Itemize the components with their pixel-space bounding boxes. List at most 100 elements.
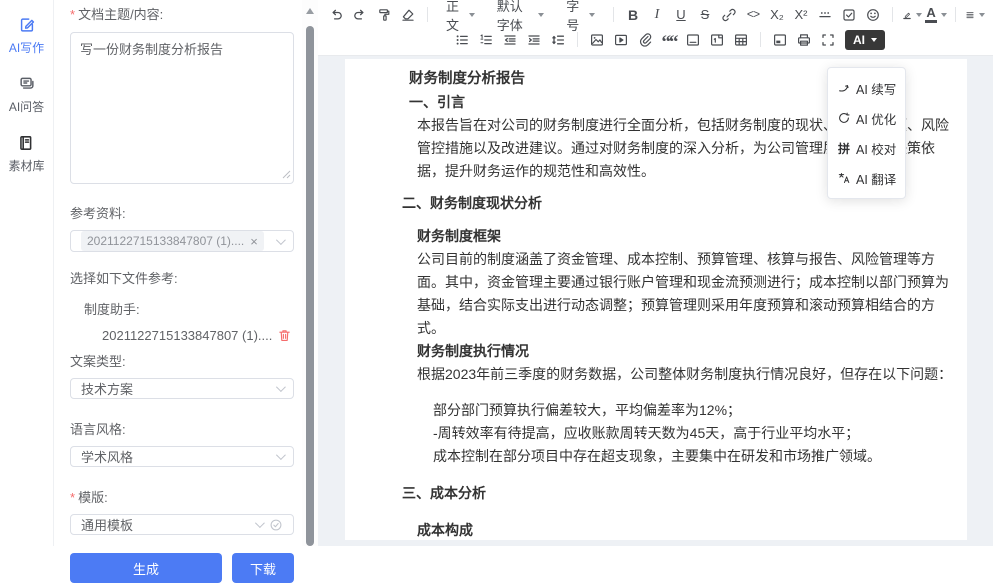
ai-write-form-panel: *文档主题/内容: 写一份财务制度分析报告 参考资料: 202112271513… [54, 0, 302, 546]
ai-translate-icon [837, 171, 851, 185]
sidebar-item-label: 素材库 [8, 157, 44, 174]
menu-item-ai-proofread[interactable]: 拼 AI 校对 [828, 133, 905, 163]
reference-select[interactable]: 2021122715133847807 (1).... × [70, 230, 294, 252]
toolbar-row-2: ““ AI [324, 27, 987, 52]
sidebar-item-label: AI问答 [9, 98, 44, 115]
indent-button[interactable] [522, 29, 546, 51]
caret-down-icon [469, 13, 475, 17]
caret-down-icon [871, 38, 877, 42]
style-select[interactable]: 学术风格 [70, 446, 294, 467]
bold-button[interactable]: B [621, 4, 645, 26]
outdent-button[interactable] [498, 29, 522, 51]
insert-table-button[interactable] [729, 29, 753, 51]
sidebar-item-label: AI写作 [9, 39, 44, 56]
scrollbar-thumb[interactable] [306, 26, 314, 546]
emoji-button[interactable] [861, 4, 885, 26]
template-select[interactable]: 通用模板 [70, 514, 294, 535]
required-mark: * [70, 7, 75, 22]
delete-file-icon[interactable] [277, 328, 292, 343]
ai-proofread-icon: 拼 [837, 140, 851, 157]
blockquote-button[interactable]: ““ [657, 29, 681, 51]
check-circle-icon [269, 518, 283, 532]
link-button[interactable] [717, 4, 741, 26]
menu-item-ai-continue[interactable]: AI 续写 [828, 73, 905, 103]
eraser-button[interactable] [396, 4, 420, 26]
ai-qa-icon [18, 75, 36, 96]
toolbar-row-1: 正文 默认字体 字号 B I U S <> X₂ X² [324, 2, 987, 27]
chevron-down-icon [276, 235, 286, 245]
bullet-list-button[interactable] [450, 29, 474, 51]
print-button[interactable] [792, 29, 816, 51]
caret-down-icon [916, 13, 922, 17]
scroll-up-icon[interactable] [306, 8, 314, 14]
ai-dropdown-menu: AI 续写 AI 优化 拼 AI 校对 AI 翻译 [827, 67, 906, 199]
ai-optimize-icon [837, 111, 851, 125]
code-block-button[interactable] [681, 29, 705, 51]
line-height-button[interactable] [546, 29, 570, 51]
doc-heading: 三、成本分析 [402, 482, 957, 505]
paragraph-style-select[interactable]: 正文 [435, 4, 486, 26]
download-button[interactable]: 下载 [232, 553, 294, 583]
doc-subheading: 财务制度执行情况 [402, 340, 957, 363]
fullscreen-button[interactable] [816, 29, 840, 51]
reference-label: 参考资料: [70, 203, 294, 222]
doc-list-item: 成本控制在部分项目中存在超支现象，主要集中在研发和市场推广领域。 [402, 445, 957, 468]
sidebar-item-ai-write[interactable]: AI写作 [9, 16, 44, 56]
menu-item-ai-optimize[interactable]: AI 优化 [828, 103, 905, 133]
toolbar-divider [613, 7, 614, 22]
topic-input[interactable]: 写一份财务制度分析报告 [70, 32, 294, 184]
doc-list-item: 部分部门预算执行偏差较大，平均偏差率为12%； [402, 399, 957, 422]
required-mark: * [70, 490, 75, 505]
italic-button[interactable]: I [645, 4, 669, 26]
align-button[interactable] [963, 4, 987, 26]
format-painter-button[interactable] [372, 4, 396, 26]
toolbar-divider [955, 7, 956, 22]
font-color-button[interactable]: A [924, 4, 948, 26]
menu-item-label: AI 翻译 [856, 169, 896, 188]
horizontal-rule-button[interactable] [813, 4, 837, 26]
panel-scrollbar[interactable] [302, 0, 318, 546]
menu-item-label: AI 优化 [856, 109, 896, 128]
copy-type-select[interactable]: 技术方案 [70, 378, 294, 399]
undo-button[interactable] [324, 4, 348, 26]
doc-paragraph: 根据2023年前三季度的财务数据，公司整体财务制度执行情况良好，但存在以下问题： [402, 363, 957, 386]
sidebar-item-material-library[interactable]: 素材库 [8, 134, 44, 174]
underline-button[interactable]: U [669, 4, 693, 26]
insert-image-button[interactable] [585, 29, 609, 51]
redo-button[interactable] [348, 4, 372, 26]
sidebar-item-ai-qa[interactable]: AI问答 [9, 75, 44, 115]
toolbar-divider [427, 7, 428, 22]
ordered-list-button[interactable] [474, 29, 498, 51]
textarea-resize-handle[interactable] [282, 167, 291, 182]
doc-subheading: 成本构成 [402, 519, 957, 540]
chevron-down-icon [276, 382, 286, 392]
todo-checkbox-button[interactable] [837, 4, 861, 26]
menu-item-label: AI 续写 [856, 79, 896, 98]
inline-code-button[interactable]: <> [741, 4, 765, 26]
doc-paragraph: 公司目前的制度涵盖了资金管理、成本控制、预算管理、核算与报告、风险管理等方面。其… [402, 248, 957, 340]
generate-button[interactable]: 生成 [70, 553, 222, 583]
font-size-select[interactable]: 字号 [555, 4, 606, 26]
attachment-button[interactable] [633, 29, 657, 51]
insert-card-button[interactable] [768, 29, 792, 51]
ai-dropdown-button[interactable]: AI [845, 30, 885, 50]
caret-down-icon [979, 13, 985, 17]
nav-rail: AI写作 AI问答 素材库 [0, 0, 54, 546]
file-group-label: 制度助手: [70, 299, 294, 318]
menu-item-ai-translate[interactable]: AI 翻译 [828, 163, 905, 193]
menu-item-label: AI 校对 [856, 139, 896, 158]
file-name: 2021122715133847807 (1).... [102, 328, 272, 343]
subscript-button[interactable]: X₂ [765, 4, 789, 26]
embed-snippet-button[interactable] [705, 29, 729, 51]
font-family-select[interactable]: 默认字体 [486, 4, 555, 26]
strikethrough-button[interactable]: S [693, 4, 717, 26]
tag-close-icon[interactable]: × [250, 235, 258, 248]
highlight-color-button[interactable] [900, 4, 924, 26]
file-ref-label: 选择如下文件参考: [70, 268, 294, 287]
style-label: 语言风格: [70, 419, 294, 438]
insert-video-button[interactable] [609, 29, 633, 51]
reference-tag[interactable]: 2021122715133847807 (1).... × [81, 231, 264, 251]
style-value: 学术风格 [81, 447, 268, 466]
superscript-button[interactable]: X² [789, 4, 813, 26]
material-library-icon [17, 134, 35, 155]
